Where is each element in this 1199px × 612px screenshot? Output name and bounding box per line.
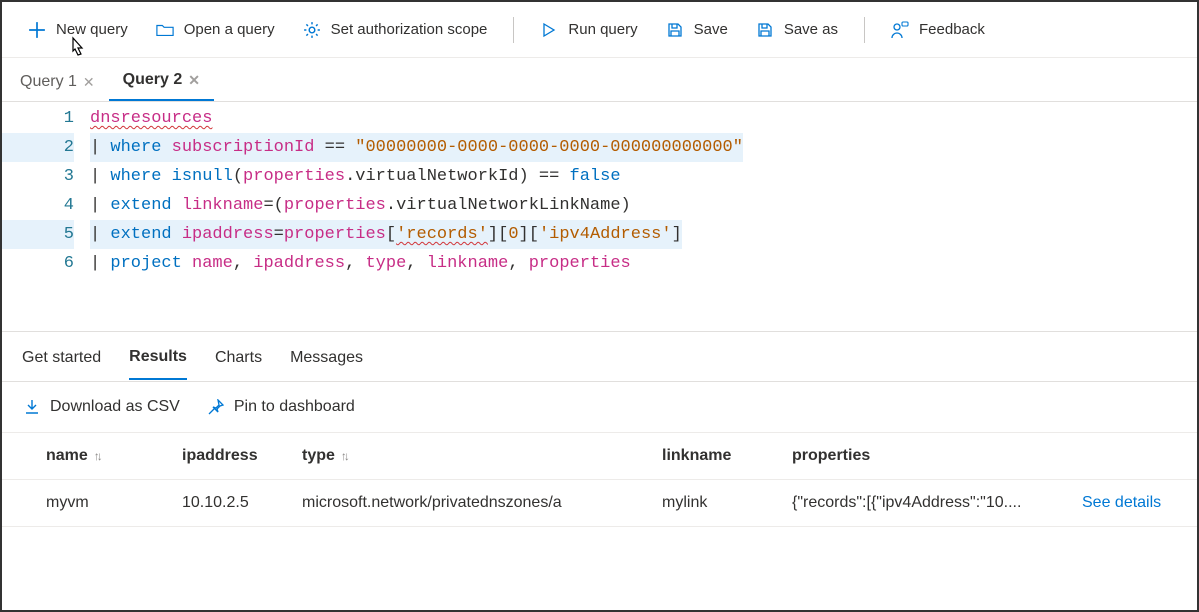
cell-linkname: mylink: [662, 480, 792, 527]
save-as-button[interactable]: Save as: [744, 15, 850, 45]
close-icon[interactable]: ✕: [188, 72, 200, 89]
save-as-icon: [756, 21, 774, 39]
open-query-label: Open a query: [184, 21, 275, 38]
table-header-row: name↑↓ ipaddress type↑↓ linkname propert…: [2, 433, 1197, 480]
set-auth-label: Set authorization scope: [331, 21, 488, 38]
toolbar: New query Open a query Set authorization…: [2, 2, 1197, 58]
divider: [513, 17, 514, 43]
col-name[interactable]: name↑↓: [2, 433, 182, 480]
plus-icon: [28, 21, 46, 39]
tab-charts[interactable]: Charts: [215, 349, 262, 379]
pin-icon: [208, 399, 224, 415]
line-numbers: 123456: [2, 102, 90, 331]
tab-results[interactable]: Results: [129, 348, 187, 380]
cell-properties: {"records":[{"ipv4Address":"10....: [792, 480, 1082, 527]
code-content[interactable]: dnsresources| where subscriptionId == "0…: [90, 102, 1197, 331]
run-query-button[interactable]: Run query: [528, 15, 649, 45]
table-row[interactable]: myvm 10.10.2.5 microsoft.network/private…: [2, 480, 1197, 527]
cell-ipaddress: 10.10.2.5: [182, 480, 302, 527]
play-icon: [540, 21, 558, 39]
person-feedback-icon: [891, 21, 909, 39]
results-table: name↑↓ ipaddress type↑↓ linkname propert…: [2, 432, 1197, 527]
query-tabs: Query 1 ✕ Query 2 ✕: [2, 58, 1197, 102]
cell-name: myvm: [2, 480, 182, 527]
save-icon: [666, 21, 684, 39]
download-csv-button[interactable]: Download as CSV: [24, 398, 180, 416]
col-ipaddress[interactable]: ipaddress: [182, 433, 302, 480]
tab-messages[interactable]: Messages: [290, 349, 363, 379]
download-icon: [24, 399, 40, 415]
download-csv-label: Download as CSV: [50, 398, 180, 416]
tab-query-1[interactable]: Query 1 ✕: [6, 63, 109, 101]
col-linkname[interactable]: linkname: [662, 433, 792, 480]
open-query-button[interactable]: Open a query: [144, 15, 287, 45]
cell-type: microsoft.network/privatednszones/a: [302, 480, 662, 527]
save-label: Save: [694, 21, 728, 38]
tab-label: Query 1: [20, 73, 77, 91]
save-button[interactable]: Save: [654, 15, 740, 45]
code-editor[interactable]: 123456 dnsresources| where subscriptionI…: [2, 102, 1197, 332]
results-actions: Download as CSV Pin to dashboard: [2, 382, 1197, 432]
set-auth-scope-button[interactable]: Set authorization scope: [291, 15, 500, 45]
feedback-label: Feedback: [919, 21, 985, 38]
feedback-button[interactable]: Feedback: [879, 15, 997, 45]
save-as-label: Save as: [784, 21, 838, 38]
tab-label: Query 2: [123, 71, 183, 89]
run-query-label: Run query: [568, 21, 637, 38]
close-icon[interactable]: ✕: [83, 74, 95, 91]
divider: [864, 17, 865, 43]
new-query-label: New query: [56, 21, 128, 38]
results-panel-tabs: Get started Results Charts Messages: [2, 332, 1197, 382]
gear-icon: [303, 21, 321, 39]
folder-icon: [156, 21, 174, 39]
pin-dashboard-button[interactable]: Pin to dashboard: [208, 398, 355, 416]
col-type[interactable]: type↑↓: [302, 433, 662, 480]
see-details-link[interactable]: See details: [1082, 480, 1197, 527]
tab-get-started[interactable]: Get started: [22, 349, 101, 379]
tab-query-2[interactable]: Query 2 ✕: [109, 61, 214, 101]
col-properties[interactable]: properties: [792, 433, 1082, 480]
new-query-button[interactable]: New query: [16, 15, 140, 45]
pin-dashboard-label: Pin to dashboard: [234, 398, 355, 416]
